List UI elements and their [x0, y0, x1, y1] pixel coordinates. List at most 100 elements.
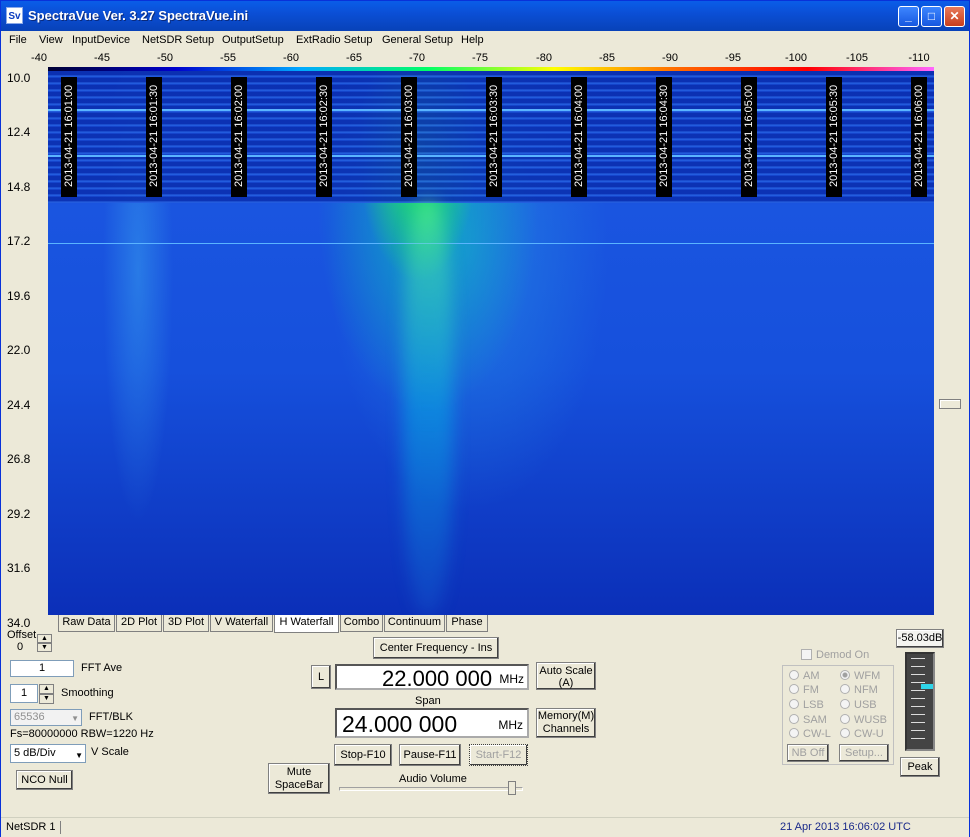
- title-bar[interactable]: Sv SpectraVue Ver. 3.27 SpectraVue.ini _…: [1, 1, 969, 31]
- timestamp-marker: 2013-04-21 16:03:00: [401, 77, 417, 197]
- freq-label: 14.8: [7, 180, 31, 194]
- auto-scale-button[interactable]: Auto Scale (A): [536, 662, 596, 690]
- mode-fm-radio[interactable]: FM: [789, 684, 819, 696]
- mode-lsb-radio[interactable]: LSB: [789, 699, 824, 711]
- center-frequency-unit: MHz: [499, 672, 524, 686]
- span-label: Span: [415, 695, 441, 707]
- demod-on-checkbox[interactable]: Demod On: [801, 649, 869, 661]
- menu-file[interactable]: File: [9, 34, 27, 46]
- mode-label: LSB: [803, 699, 824, 711]
- timestamp-marker: 2013-04-21 16:01:00: [61, 77, 77, 197]
- mode-label: FM: [803, 684, 819, 696]
- status-datetime: 21 Apr 2013 16:06:02 UTC: [780, 821, 911, 833]
- vertical-slider-thumb[interactable]: [939, 399, 961, 409]
- chevron-down-icon: ▼: [71, 714, 79, 723]
- smoothing-down-button[interactable]: ▼: [39, 694, 54, 704]
- smoothing-input[interactable]: 1: [10, 684, 38, 703]
- scale-label: -50: [157, 52, 173, 64]
- minimize-button[interactable]: _: [898, 6, 919, 27]
- mode-label: CW-L: [803, 728, 831, 740]
- demod-mode-group: AM FM LSB SAM CW-L WFM NFM USB WUSB CW-U…: [782, 665, 894, 765]
- mode-label: USB: [854, 699, 877, 711]
- tab-2d-plot[interactable]: 2D Plot: [116, 615, 162, 632]
- mode-nfm-radio[interactable]: NFM: [840, 684, 878, 696]
- mode-cwu-radio[interactable]: CW-U: [840, 728, 884, 740]
- freq-label: 10.0: [7, 71, 31, 85]
- nco-null-button[interactable]: NCO Null: [16, 770, 73, 790]
- mode-am-radio[interactable]: AM: [789, 670, 820, 682]
- offset-up-button[interactable]: ▲: [37, 634, 52, 643]
- menu-view[interactable]: View: [39, 34, 63, 46]
- menu-help[interactable]: Help: [461, 34, 484, 46]
- scale-label: -90: [662, 52, 678, 64]
- pause-button[interactable]: Pause-F11: [399, 744, 461, 766]
- fft-blk-select[interactable]: 65536 ▼: [10, 709, 82, 726]
- amplitude-scale: -40 -45 -50 -55 -60 -65 -70 -75 -80 -85 …: [1, 52, 969, 66]
- menu-extradio-setup[interactable]: ExtRadio Setup: [296, 34, 372, 46]
- maximize-button[interactable]: □: [921, 6, 942, 27]
- freq-label: 22.0: [7, 343, 31, 357]
- lock-l-button[interactable]: L: [311, 665, 331, 689]
- fft-blk-value: 65536: [14, 711, 45, 723]
- meter-indicator: [921, 684, 933, 689]
- signal-plume: [403, 201, 453, 615]
- vscale-select[interactable]: 5 dB/Div ▼: [10, 744, 86, 763]
- scale-label: -80: [536, 52, 552, 64]
- mode-label: NFM: [854, 684, 878, 696]
- fft-ave-input[interactable]: 1: [10, 660, 74, 677]
- mode-usb-radio[interactable]: USB: [840, 699, 877, 711]
- tab-3d-plot[interactable]: 3D Plot: [163, 615, 209, 632]
- tab-combo[interactable]: Combo: [340, 615, 383, 632]
- timestamp-marker: 2013-04-21 16:04:00: [571, 77, 587, 197]
- timestamp-marker: 2013-04-21 16:02:30: [316, 77, 332, 197]
- close-button[interactable]: ✕: [944, 6, 965, 27]
- freq-label: 24.4: [7, 398, 31, 412]
- vertical-scroll-track[interactable]: [939, 71, 961, 615]
- status-divider: [60, 821, 61, 834]
- timestamp-marker: 2013-04-21 16:05:30: [826, 77, 842, 197]
- stop-button[interactable]: Stop-F10: [334, 744, 392, 766]
- setup-button[interactable]: Setup...: [839, 744, 889, 762]
- timestamp-marker: 2013-04-21 16:01:30: [146, 77, 162, 197]
- menu-outputsetup[interactable]: OutputSetup: [222, 34, 284, 46]
- waterfall-display[interactable]: 2013-04-21 16:01:00 2013-04-21 16:01:30 …: [48, 71, 934, 615]
- mode-wfm-radio[interactable]: WFM: [840, 670, 880, 682]
- audio-volume-label: Audio Volume: [399, 773, 467, 785]
- memory-channels-button[interactable]: Memory(M) Channels: [536, 708, 596, 738]
- freq-label: 29.2: [7, 507, 31, 521]
- tab-phase[interactable]: Phase: [446, 615, 488, 632]
- mode-wusb-radio[interactable]: WUSB: [840, 714, 887, 726]
- offset-label: Offset: [7, 629, 37, 641]
- scale-label: -70: [409, 52, 425, 64]
- audio-volume-thumb[interactable]: [508, 781, 516, 795]
- center-frequency-value: 22.000 000: [382, 666, 493, 691]
- tab-h-waterfall[interactable]: H Waterfall: [274, 615, 339, 633]
- tab-continuum[interactable]: Continuum: [384, 615, 445, 632]
- freq-label: 31.6: [7, 561, 31, 575]
- fs-rbw-info: Fs=80000000 RBW=1220 Hz: [10, 728, 154, 740]
- smoothing-up-button[interactable]: ▲: [39, 684, 54, 694]
- nb-off-button[interactable]: NB Off: [787, 744, 829, 762]
- freq-label: 12.4: [7, 125, 31, 139]
- mode-sam-radio[interactable]: SAM: [789, 714, 827, 726]
- mute-button[interactable]: Mute SpaceBar: [268, 763, 330, 794]
- menu-netsdr-setup[interactable]: NetSDR Setup: [142, 34, 214, 46]
- peak-button[interactable]: Peak: [900, 757, 940, 777]
- menu-inputdevice[interactable]: InputDevice: [72, 34, 130, 46]
- timestamp-marker: 2013-04-21 16:06:00: [911, 77, 927, 197]
- tab-v-waterfall[interactable]: V Waterfall: [210, 615, 273, 632]
- audio-volume-slider[interactable]: [339, 781, 523, 795]
- start-button[interactable]: Start-F12: [469, 744, 528, 766]
- menu-general-setup[interactable]: General Setup: [382, 34, 453, 46]
- center-frequency-field[interactable]: 22.000 000 MHz: [335, 664, 529, 691]
- status-bar: NetSDR 1 21 Apr 2013 16:06:02 UTC: [1, 817, 969, 837]
- tab-raw-data[interactable]: Raw Data: [58, 615, 115, 632]
- span-field[interactable]: 24.000 000 MHz: [335, 708, 529, 738]
- scale-label: -40: [31, 52, 47, 64]
- mode-cwl-radio[interactable]: CW-L: [789, 728, 831, 740]
- smoothing-label: Smoothing: [61, 687, 114, 699]
- offset-down-button[interactable]: ▼: [37, 643, 52, 652]
- meter-ticks: [911, 658, 925, 746]
- center-frequency-button[interactable]: Center Frequency - Ins: [373, 637, 499, 659]
- app-icon[interactable]: Sv: [6, 7, 23, 24]
